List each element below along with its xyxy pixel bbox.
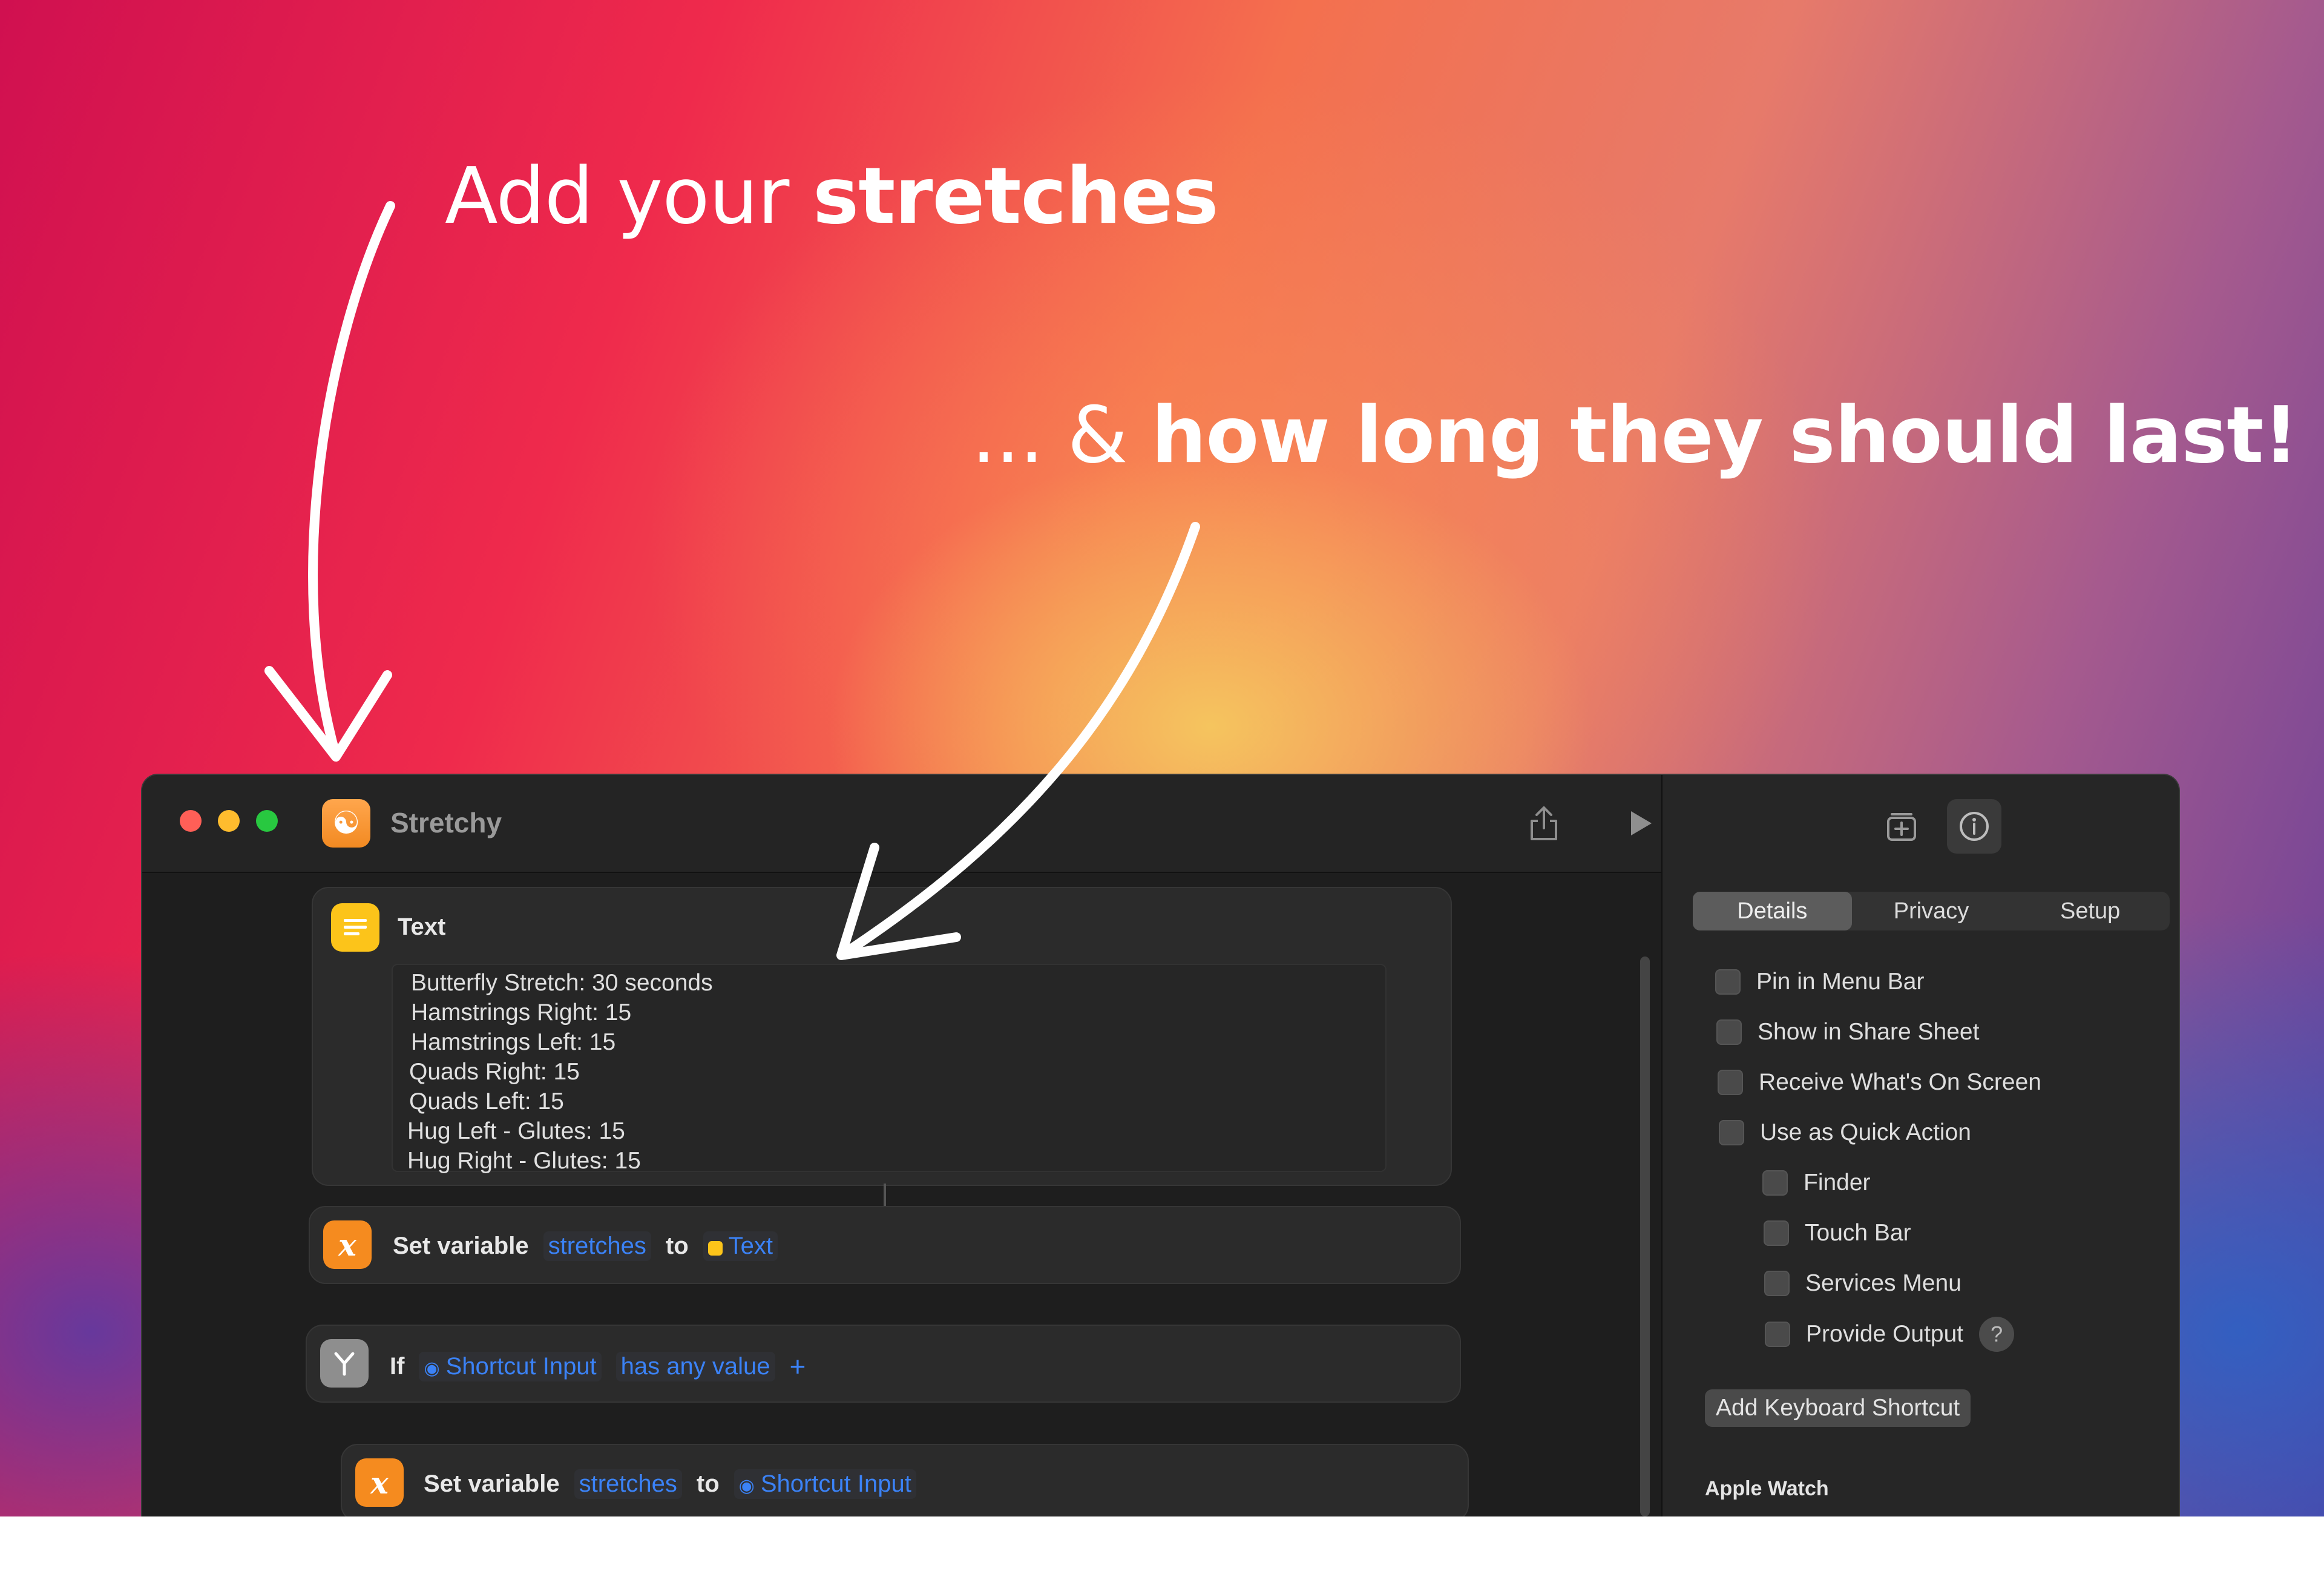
bottom-margin bbox=[0, 1516, 2324, 1574]
shortcut-input-icon: ◉ bbox=[424, 1358, 440, 1378]
checkbox[interactable] bbox=[1765, 1322, 1790, 1347]
text-line: Butterfly Stretch: 30 seconds bbox=[411, 970, 713, 996]
text-line: Quads Right: 15 bbox=[409, 1059, 580, 1085]
option-show-share-sheet[interactable]: Show in Share Sheet bbox=[1716, 1019, 1979, 1045]
info-icon[interactable] bbox=[1947, 799, 2001, 854]
option-pin-menu-bar[interactable]: Pin in Menu Bar bbox=[1715, 969, 1924, 995]
tab-setup[interactable]: Setup bbox=[2011, 892, 2170, 930]
play-run-icon[interactable] bbox=[1619, 802, 1663, 845]
set-variable-label: Set variable bbox=[393, 1233, 529, 1259]
text-line: Hamstrings Left: 15 bbox=[411, 1029, 616, 1055]
headline-add-stretches: Add your stretches bbox=[445, 151, 1218, 242]
checkbox[interactable] bbox=[1762, 1170, 1788, 1196]
shortcut-input-token[interactable]: ◉ Shortcut Input bbox=[419, 1351, 602, 1381]
variable-x-icon: x bbox=[323, 1220, 372, 1269]
apple-watch-heading: Apple Watch bbox=[1705, 1477, 1829, 1500]
if-label: If bbox=[390, 1352, 405, 1380]
text-line: Hug Right - Glutes: 15 bbox=[407, 1148, 641, 1174]
minimize-window-button[interactable] bbox=[218, 810, 240, 832]
sidebar-tabs: Details Privacy Setup bbox=[1693, 892, 2170, 930]
add-keyboard-shortcut-button[interactable]: Add Keyboard Shortcut bbox=[1705, 1389, 1971, 1427]
shortcut-input-token[interactable]: ◉ Shortcut Input bbox=[734, 1469, 916, 1499]
text-content-field[interactable]: Butterfly Stretch: 30 seconds Hamstrings… bbox=[392, 964, 1387, 1174]
option-quick-action[interactable]: Use as Quick Action bbox=[1719, 1119, 1971, 1146]
text-action-title: Text bbox=[398, 914, 446, 940]
checkbox[interactable] bbox=[1715, 969, 1741, 995]
text-action-card[interactable]: Text Butterfly Stretch: 30 seconds Hamst… bbox=[312, 887, 1452, 1186]
add-condition-icon[interactable]: + bbox=[790, 1350, 806, 1383]
headline-duration: ... & how long they should last! bbox=[971, 390, 2299, 481]
checkbox[interactable] bbox=[1719, 1120, 1744, 1145]
checkbox[interactable] bbox=[1764, 1271, 1790, 1296]
text-lines-icon bbox=[331, 903, 379, 952]
set-variable-action-card[interactable]: x Set variable stretches to Text bbox=[309, 1206, 1461, 1284]
option-receive-on-screen[interactable]: Receive What's On Screen bbox=[1718, 1069, 2041, 1096]
editor-pane: ☯ Stretchy Text Butterfly Stretch: 30 se… bbox=[142, 775, 1661, 1516]
if-branch-icon bbox=[320, 1339, 369, 1388]
details-sidebar: Details Privacy Setup Pin in Menu Bar Sh… bbox=[1661, 775, 2179, 1516]
variable-x-icon: x bbox=[355, 1458, 404, 1507]
add-to-library-icon[interactable] bbox=[1874, 799, 1929, 854]
text-line: Hamstrings Right: 15 bbox=[411, 999, 632, 1026]
tab-details[interactable]: Details bbox=[1693, 892, 1852, 930]
title-bar: ☯ Stretchy bbox=[142, 775, 1661, 873]
variable-token-stretches[interactable]: stretches bbox=[574, 1469, 682, 1499]
checkbox[interactable] bbox=[1716, 1019, 1742, 1045]
help-question-icon[interactable]: ? bbox=[1979, 1317, 2015, 1352]
text-line: Quads Left: 15 bbox=[409, 1088, 564, 1115]
variable-token-stretches[interactable]: stretches bbox=[543, 1231, 651, 1261]
text-line: Hug Left - Glutes: 15 bbox=[407, 1118, 625, 1144]
shortcuts-window: ☯ Stretchy Text Butterfly Stretch: 30 se… bbox=[142, 775, 2179, 1516]
text-value-token[interactable]: Text bbox=[703, 1231, 778, 1261]
set-variable-action-card-2[interactable]: x Set variable stretches to ◉ Shortcut In… bbox=[341, 1444, 1469, 1516]
zoom-window-button[interactable] bbox=[256, 810, 278, 832]
checkbox[interactable] bbox=[1718, 1070, 1743, 1095]
tab-privacy[interactable]: Privacy bbox=[1852, 892, 2011, 930]
shortcut-input-icon: ◉ bbox=[738, 1476, 755, 1496]
to-label: to bbox=[665, 1233, 689, 1259]
close-window-button[interactable] bbox=[180, 810, 202, 832]
if-action-card[interactable]: If ◉ Shortcut Input has any value + bbox=[306, 1325, 1461, 1403]
editor-scrollbar[interactable] bbox=[1640, 957, 1650, 1516]
flow-connector bbox=[884, 1184, 886, 1207]
condition-token[interactable]: has any value bbox=[615, 1351, 775, 1381]
to-label: to bbox=[696, 1470, 720, 1497]
window-title[interactable]: Stretchy bbox=[390, 806, 502, 839]
option-touch-bar[interactable]: Touch Bar bbox=[1764, 1220, 1911, 1246]
option-services-menu[interactable]: Services Menu bbox=[1764, 1270, 1961, 1297]
text-mini-icon bbox=[707, 1241, 723, 1256]
share-icon[interactable] bbox=[1522, 802, 1566, 845]
checkbox[interactable] bbox=[1764, 1220, 1789, 1246]
option-finder[interactable]: Finder bbox=[1762, 1170, 1871, 1196]
option-provide-output[interactable]: Provide Output? bbox=[1765, 1317, 2015, 1352]
accessibility-person-icon[interactable]: ☯ bbox=[322, 799, 370, 848]
set-variable-label: Set variable bbox=[424, 1470, 560, 1497]
